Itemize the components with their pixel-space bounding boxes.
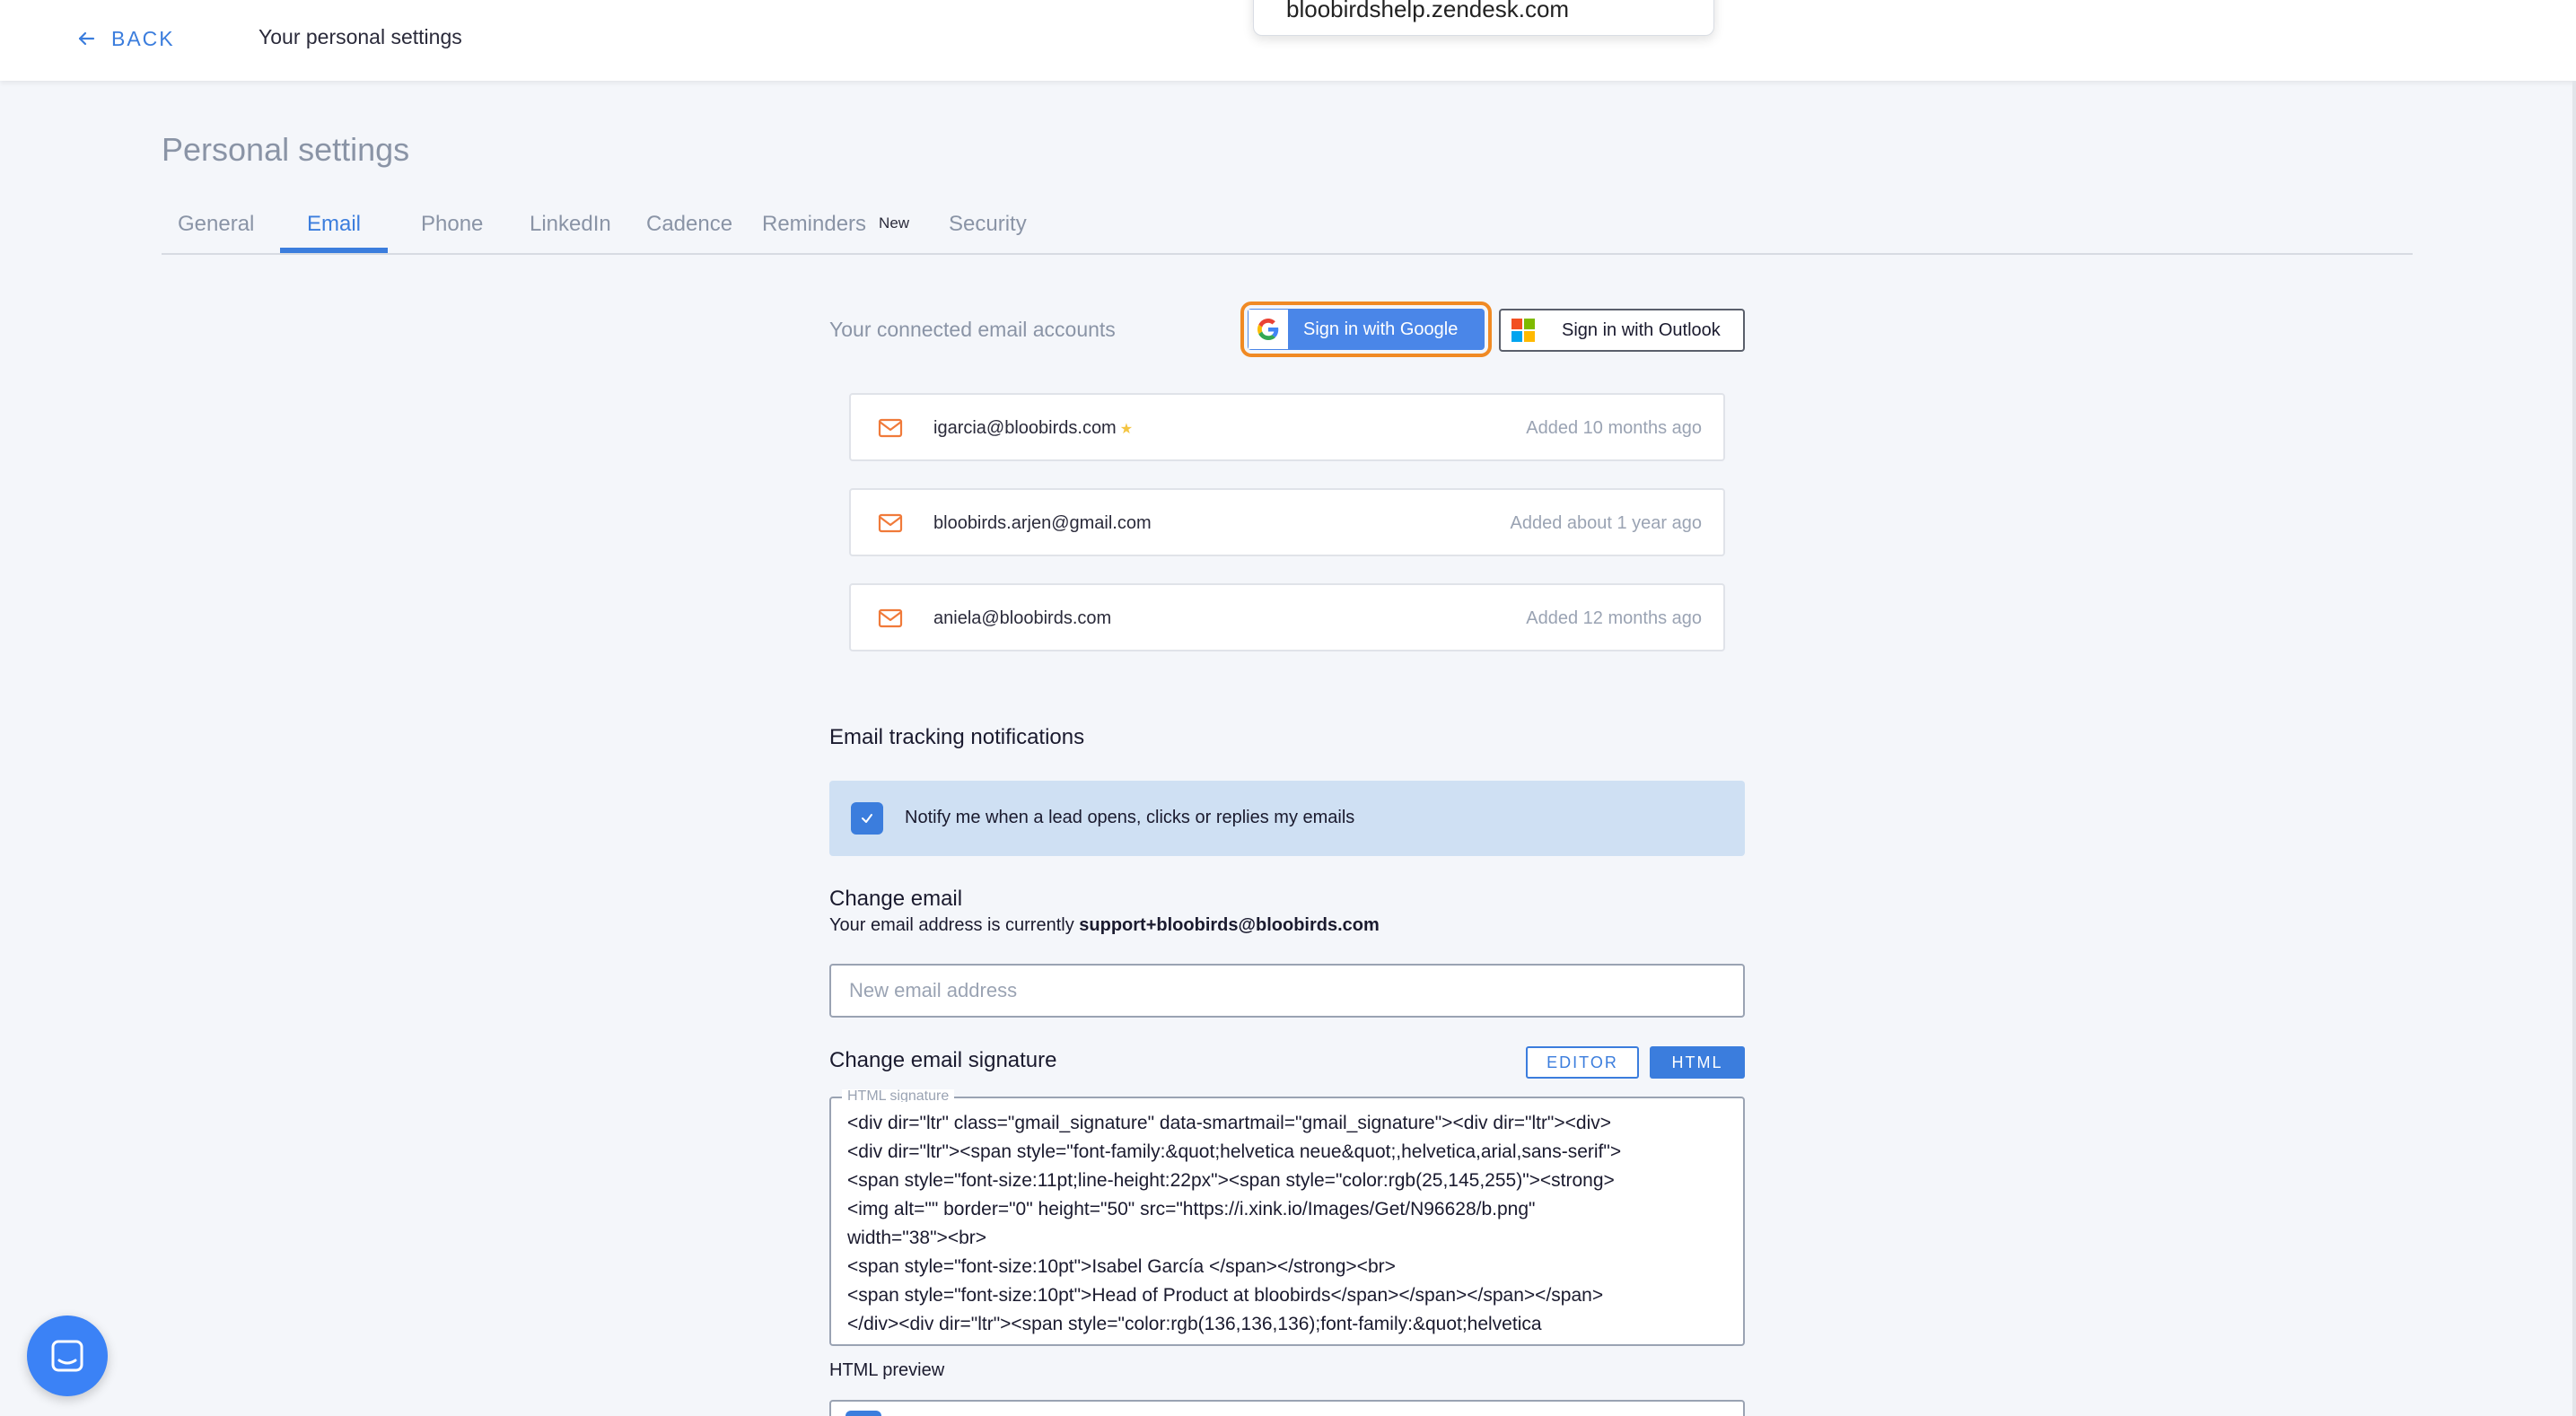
mail-icon bbox=[878, 418, 903, 438]
mail-icon bbox=[878, 513, 903, 533]
star-icon: ★ bbox=[1119, 422, 1134, 437]
account-email: bloobirds.arjen@gmail.com bbox=[933, 513, 1152, 533]
html-preview-label: HTML preview bbox=[829, 1360, 945, 1380]
new-badge: New bbox=[879, 214, 910, 232]
notify-label: Notify me when a lead opens, clicks or r… bbox=[905, 808, 1355, 827]
tab-reminders[interactable]: Reminders New bbox=[762, 212, 909, 237]
preview-image-element bbox=[846, 1411, 881, 1416]
account-added-date: Added 12 months ago bbox=[1526, 608, 1702, 628]
notify-option[interactable]: Notify me when a lead opens, clicks or r… bbox=[829, 781, 1745, 856]
sign-in-outlook-button[interactable]: Sign in with Outlook bbox=[1499, 309, 1745, 352]
tracking-heading: Email tracking notifications bbox=[829, 725, 1085, 749]
account-email: igarcia@bloobirds.com ★ bbox=[933, 418, 1133, 439]
signature-code[interactable]: <div dir="ltr" class="gmail_signature" d… bbox=[847, 1109, 1736, 1341]
tab-security[interactable]: Security bbox=[949, 212, 1027, 237]
editor-mode-button[interactable]: EDITOR bbox=[1526, 1046, 1639, 1079]
email-account-row[interactable]: igarcia@bloobirds.com ★ Added 10 months a… bbox=[849, 393, 1725, 461]
account-added-date: Added about 1 year ago bbox=[1510, 513, 1702, 533]
connected-accounts-label: Your connected email accounts bbox=[829, 318, 1116, 341]
signature-html-field[interactable]: HTML signature <div dir="ltr" class="gma… bbox=[829, 1089, 1745, 1346]
html-preview-box bbox=[829, 1400, 1745, 1416]
page-title: Personal settings bbox=[162, 131, 410, 168]
tab-linkedin[interactable]: LinkedIn bbox=[530, 212, 611, 237]
email-account-row[interactable]: bloobirds.arjen@gmail.com Added about 1 … bbox=[849, 488, 1725, 556]
top-bar: BACK Your personal settings bloobirdshel… bbox=[0, 0, 2576, 81]
dropdown-text: bloobirdshelp.zendesk.com bbox=[1286, 0, 1570, 22]
account-dropdown[interactable]: bloobirdshelp.zendesk.com bbox=[1253, 0, 1714, 36]
current-email-value: support+bloobirds@bloobirds.com bbox=[1079, 915, 1380, 935]
settings-tabs: General Email Phone LinkedIn Cadence Rem… bbox=[162, 203, 2413, 255]
tab-phone[interactable]: Phone bbox=[421, 212, 483, 237]
chat-launcher-button[interactable] bbox=[27, 1315, 108, 1396]
back-button[interactable]: BACK bbox=[75, 23, 175, 54]
signature-heading: Change email signature bbox=[829, 1048, 1057, 1072]
email-account-row[interactable]: aniela@bloobirds.com Added 12 months ago bbox=[849, 583, 1725, 651]
current-email-prefix: Your email address is currently bbox=[829, 915, 1080, 935]
current-email-text: Your email address is currently support+… bbox=[829, 915, 1380, 936]
google-button-label: Sign in with Google bbox=[1303, 319, 1459, 339]
check-icon bbox=[862, 814, 872, 823]
scrollbar[interactable] bbox=[2572, 81, 2576, 1416]
new-email-input[interactable] bbox=[829, 964, 1745, 1018]
signature-field-legend: HTML signature bbox=[842, 1089, 955, 1102]
google-button-highlight: Sign in with Google bbox=[1240, 302, 1492, 357]
notify-checkbox[interactable] bbox=[851, 802, 883, 835]
html-mode-button[interactable]: HTML bbox=[1650, 1046, 1745, 1079]
account-email-text: igarcia@bloobirds.com bbox=[933, 418, 1117, 438]
active-tab-indicator bbox=[280, 248, 388, 253]
outlook-button-label: Sign in with Outlook bbox=[1562, 319, 1721, 340]
account-added-date: Added 10 months ago bbox=[1526, 418, 1702, 438]
chat-icon bbox=[51, 1340, 83, 1372]
tab-general[interactable]: General bbox=[178, 212, 254, 237]
google-logo-icon bbox=[1248, 309, 1289, 350]
back-label: BACK bbox=[111, 26, 175, 50]
sign-in-google-button[interactable]: Sign in with Google bbox=[1248, 309, 1485, 350]
arrow-left-icon bbox=[78, 31, 95, 46]
mail-icon bbox=[878, 608, 903, 628]
tab-reminders-label: Reminders bbox=[762, 212, 867, 236]
account-email: aniela@bloobirds.com bbox=[933, 608, 1112, 628]
topbar-title: Your personal settings bbox=[258, 25, 462, 48]
tab-cadence[interactable]: Cadence bbox=[646, 212, 732, 237]
change-email-heading: Change email bbox=[829, 887, 963, 911]
microsoft-logo-icon bbox=[1511, 319, 1535, 342]
tab-email[interactable]: Email bbox=[307, 212, 361, 237]
